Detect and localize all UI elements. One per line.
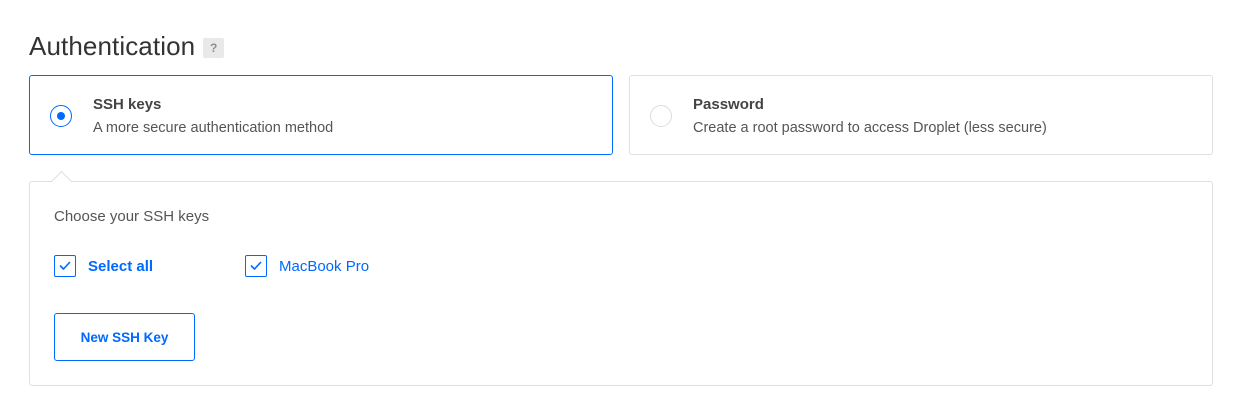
section-heading: Authentication ? [29, 30, 225, 62]
select-all-label[interactable]: Select all [88, 258, 153, 275]
checkmark-icon[interactable] [245, 255, 267, 277]
password-option-description: Create a root password to access Droplet… [693, 120, 1047, 136]
password-option-title: Password [693, 96, 764, 113]
section-title: Authentication [29, 31, 196, 61]
ssh-keys-panel: Choose your SSH keys Select all MacBook … [29, 170, 1213, 386]
checkmark-icon[interactable] [54, 255, 76, 277]
new-ssh-key-button[interactable]: New SSH Key [54, 313, 195, 361]
select-all-checkbox[interactable]: Select all [54, 255, 153, 277]
ssh-keys-option[interactable]: SSH keys A more secure authentication me… [29, 75, 613, 155]
radio-selected-icon[interactable] [50, 105, 72, 127]
ssh-keys-option-description: A more secure authentication method [93, 120, 334, 136]
ssh-key-checkbox-macbook-pro[interactable]: MacBook Pro [245, 255, 369, 277]
ssh-key-label[interactable]: MacBook Pro [279, 258, 369, 275]
ssh-keys-option-title: SSH keys [93, 96, 162, 113]
password-option[interactable]: Password Create a root password to acces… [629, 75, 1213, 155]
panel-pointer-arrow [50, 170, 73, 193]
help-icon[interactable]: ? [203, 38, 225, 58]
choose-ssh-keys-label: Choose your SSH keys [54, 208, 210, 225]
radio-unselected-icon[interactable] [650, 105, 672, 127]
